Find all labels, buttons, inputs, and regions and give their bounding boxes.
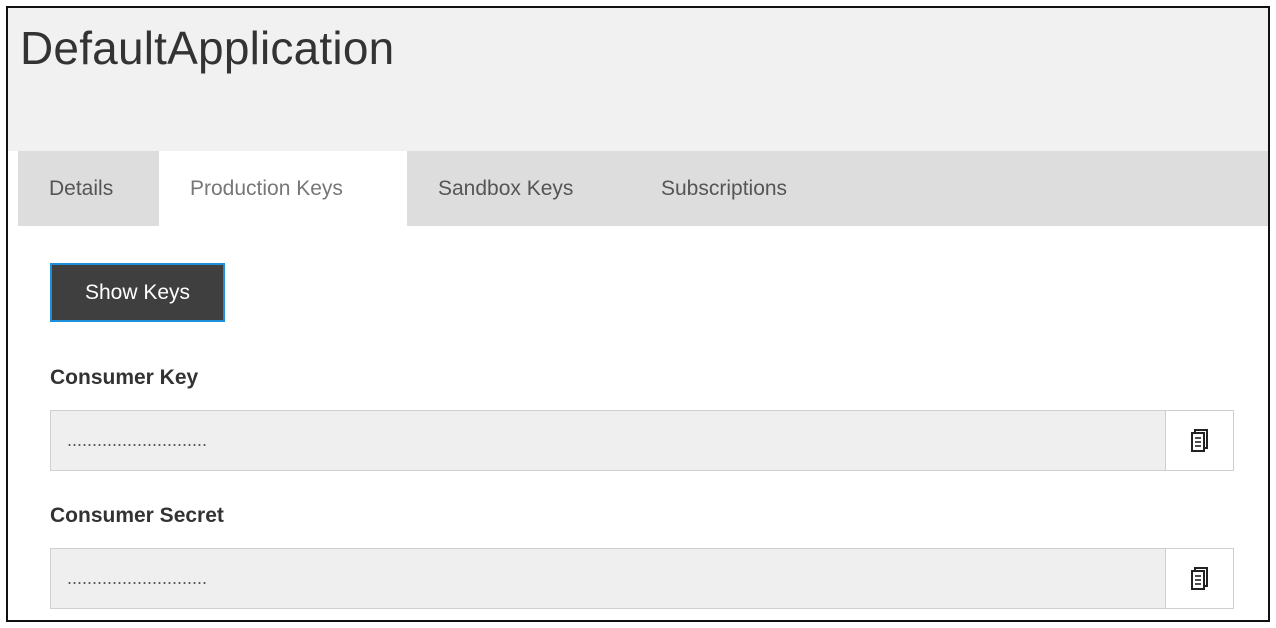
consumer-secret-field[interactable] xyxy=(50,548,1166,609)
tab-production-keys[interactable]: Production Keys xyxy=(159,151,407,226)
copy-consumer-key-button[interactable] xyxy=(1166,410,1234,471)
consumer-key-field[interactable] xyxy=(50,410,1166,471)
application-page: DefaultApplication Details Production Ke… xyxy=(6,6,1270,622)
show-keys-button[interactable]: Show Keys xyxy=(50,263,225,322)
tab-details[interactable]: Details xyxy=(18,151,159,226)
tab-bar: Details Production Keys Sandbox Keys Sub… xyxy=(18,151,1268,226)
page-header: DefaultApplication xyxy=(8,8,1268,151)
copy-consumer-secret-button[interactable] xyxy=(1166,548,1234,609)
clipboard-icon xyxy=(1191,567,1208,590)
tab-subscriptions[interactable]: Subscriptions xyxy=(632,151,832,226)
tab-sandbox-keys[interactable]: Sandbox Keys xyxy=(407,151,632,226)
consumer-secret-label: Consumer Secret xyxy=(50,504,224,527)
page-title: DefaultApplication xyxy=(20,22,395,74)
clipboard-icon xyxy=(1191,429,1208,452)
production-keys-panel: Show Keys Consumer Key Consumer Secret xyxy=(18,226,1268,620)
consumer-key-label: Consumer Key xyxy=(50,366,199,389)
